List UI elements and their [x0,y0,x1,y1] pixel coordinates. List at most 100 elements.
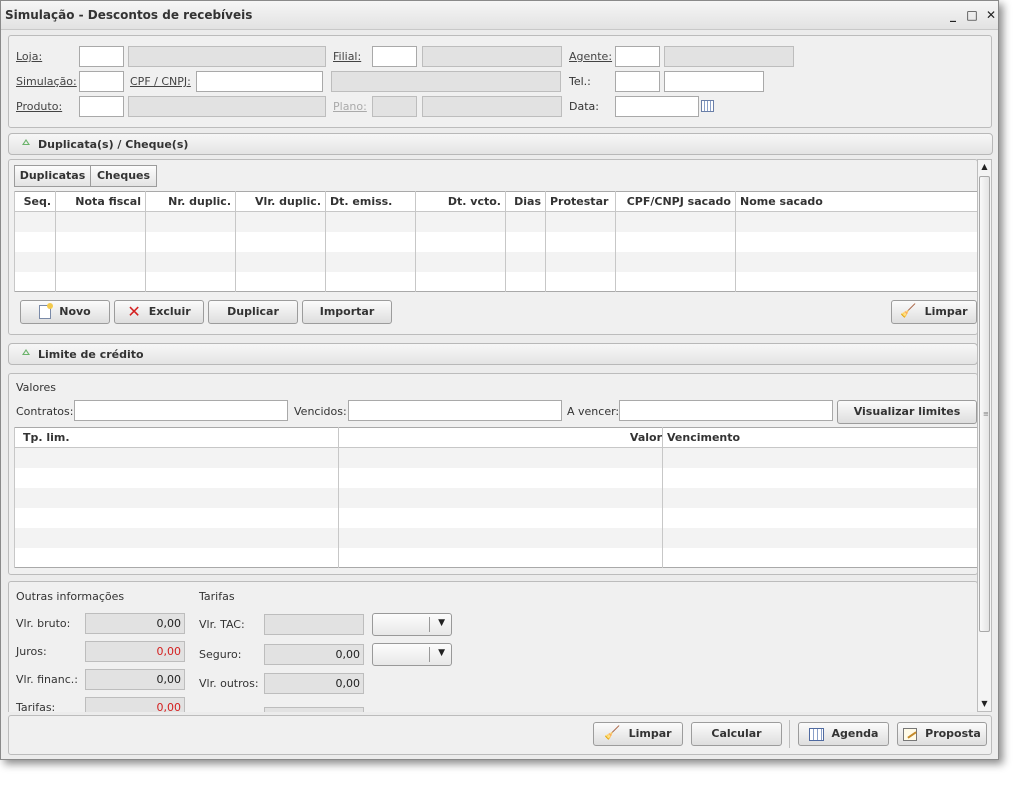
broom-icon: 🧹 [604,726,621,741]
contratos-input[interactable] [74,400,288,421]
vlr-tac-field [264,614,364,635]
vlr-financ-label: Vlr. financ.: [16,673,78,686]
col-nr-duplic[interactable]: Nr. duplic. [145,191,236,212]
valores-title: Valores [16,381,56,394]
col-nome-sacado[interactable]: Nome sacado [735,191,978,212]
cpf-cnpj-input[interactable] [196,71,323,92]
limpar-footer-button[interactable]: 🧹 Limpar [593,722,683,746]
calcular-button[interactable]: Calcular [691,722,782,746]
tab-cheques[interactable]: Cheques [90,165,157,187]
tel-number-input[interactable] [664,71,764,92]
table-row[interactable] [14,507,978,528]
produto-label[interactable]: Produto: [16,100,62,113]
excluir-button[interactable]: ✕ Excluir [114,300,204,324]
col-valor[interactable]: Valor [338,427,663,448]
edit-document-icon [903,727,918,741]
plano-code-input [372,96,417,117]
plano-name-field [422,96,562,117]
table-row[interactable] [14,487,978,508]
grip-icon: ≡ [983,410,989,418]
maximize-button[interactable]: □ [964,7,980,23]
collapse-triangle-icon [22,139,30,145]
col-vencimento[interactable]: Vencimento [662,427,978,448]
vencidos-label: Vencidos: [294,405,347,418]
combo-separator [429,617,430,632]
simulacao-input[interactable] [79,71,124,92]
agenda-button[interactable]: Agenda [798,722,889,746]
table-row[interactable] [14,231,978,252]
collapse-triangle-icon [22,349,30,355]
seguro-select[interactable]: ▼ [372,643,452,666]
agente-code-input[interactable] [615,46,660,67]
plano-label: Plano: [333,100,367,113]
tel-ddd-input[interactable] [615,71,660,92]
data-label: Data: [569,100,599,113]
tarifas-extra-field [264,707,364,712]
col-tp-lim[interactable]: Tp. lim. [14,427,339,448]
table-row[interactable] [14,211,978,232]
col-vlr-duplic[interactable]: Vlr. duplic. [235,191,326,212]
table-row[interactable] [14,527,978,548]
vlr-bruto-field: 0,00 [85,613,185,634]
scroll-up-arrow-icon[interactable]: ▲ [978,160,991,174]
importar-button[interactable]: Importar [302,300,392,324]
scrollbar-thumb[interactable]: ≡ [979,176,990,632]
juros-field: 0,00 [85,641,185,662]
table-row[interactable] [14,271,978,292]
col-seq[interactable]: Seq. [14,191,56,212]
table-row[interactable] [14,547,978,568]
calendar-icon[interactable] [701,100,714,112]
tarifas-title: Tarifas [199,590,235,603]
simulacao-label[interactable]: Simulação: [16,75,77,88]
outras-title: Outras informações [16,590,125,603]
section-limite-header[interactable]: Limite de crédito [8,343,978,365]
col-cpf-cnpj-sacado[interactable]: CPF/CNPJ sacado [615,191,736,212]
col-protestar[interactable]: Protestar [545,191,616,212]
cpf-cnpj-label[interactable]: CPF / CNPJ: [130,75,191,88]
tarifas-total-field: 0,00 [85,697,185,712]
vlr-tac-label: Vlr. TAC: [199,618,245,631]
visualizar-limites-button[interactable]: Visualizar limites [837,400,977,424]
duplicar-button[interactable]: Duplicar [208,300,298,324]
broom-icon: 🧹 [900,304,917,319]
footer-divider [789,720,790,748]
loja-label[interactable]: Loja: [16,50,42,63]
table-row[interactable] [14,447,978,468]
produto-code-input[interactable] [79,96,124,117]
novo-label: Novo [59,305,91,318]
table-row[interactable] [14,251,978,272]
proposta-button[interactable]: Proposta [897,722,987,746]
col-dias[interactable]: Dias [505,191,546,212]
calendar-icon [808,727,824,741]
loja-code-input[interactable] [79,46,124,67]
title-bar[interactable]: Simulação - Descontos de recebíveis _ □ … [1,1,998,30]
filial-name-field [422,46,562,67]
limpar-duplicatas-button[interactable]: 🧹 Limpar [891,300,977,324]
scroll-down-arrow-icon[interactable]: ▼ [978,697,991,711]
close-button[interactable]: ✕ [983,7,999,23]
a-vencer-input[interactable] [619,400,833,421]
section-duplicatas-header[interactable]: Duplicata(s) / Cheque(s) [8,133,993,155]
duplicatas-table[interactable]: Seq. Nota fiscal Nr. duplic. Vlr. duplic… [14,191,978,292]
agente-label[interactable]: Agente: [569,50,612,63]
col-dt-vcto[interactable]: Dt. vcto. [415,191,506,212]
table-header-row: Seq. Nota fiscal Nr. duplic. Vlr. duplic… [14,191,978,212]
tab-duplicatas[interactable]: Duplicatas [14,165,91,187]
vlr-tac-select[interactable]: ▼ [372,613,452,636]
limites-table[interactable]: Tp. lim. Valor Vencimento [14,427,978,568]
vencidos-input[interactable] [348,400,562,421]
combo-separator [429,647,430,662]
main-scrollbar[interactable]: ▲ ≡ ▼ [977,159,992,712]
table-row[interactable] [14,467,978,488]
new-document-icon [39,303,54,319]
filial-label[interactable]: Filial: [333,50,361,63]
chevron-down-icon: ▼ [438,648,445,658]
filial-code-input[interactable] [372,46,417,67]
col-dt-emiss[interactable]: Dt. emiss. [325,191,416,212]
minimize-button[interactable]: _ [945,7,961,23]
tel-label: Tel.: [569,75,591,88]
col-nota-fiscal[interactable]: Nota fiscal [55,191,146,212]
a-vencer-label: A vencer: [567,405,620,418]
data-input[interactable] [615,96,699,117]
novo-button[interactable]: Novo [20,300,110,324]
